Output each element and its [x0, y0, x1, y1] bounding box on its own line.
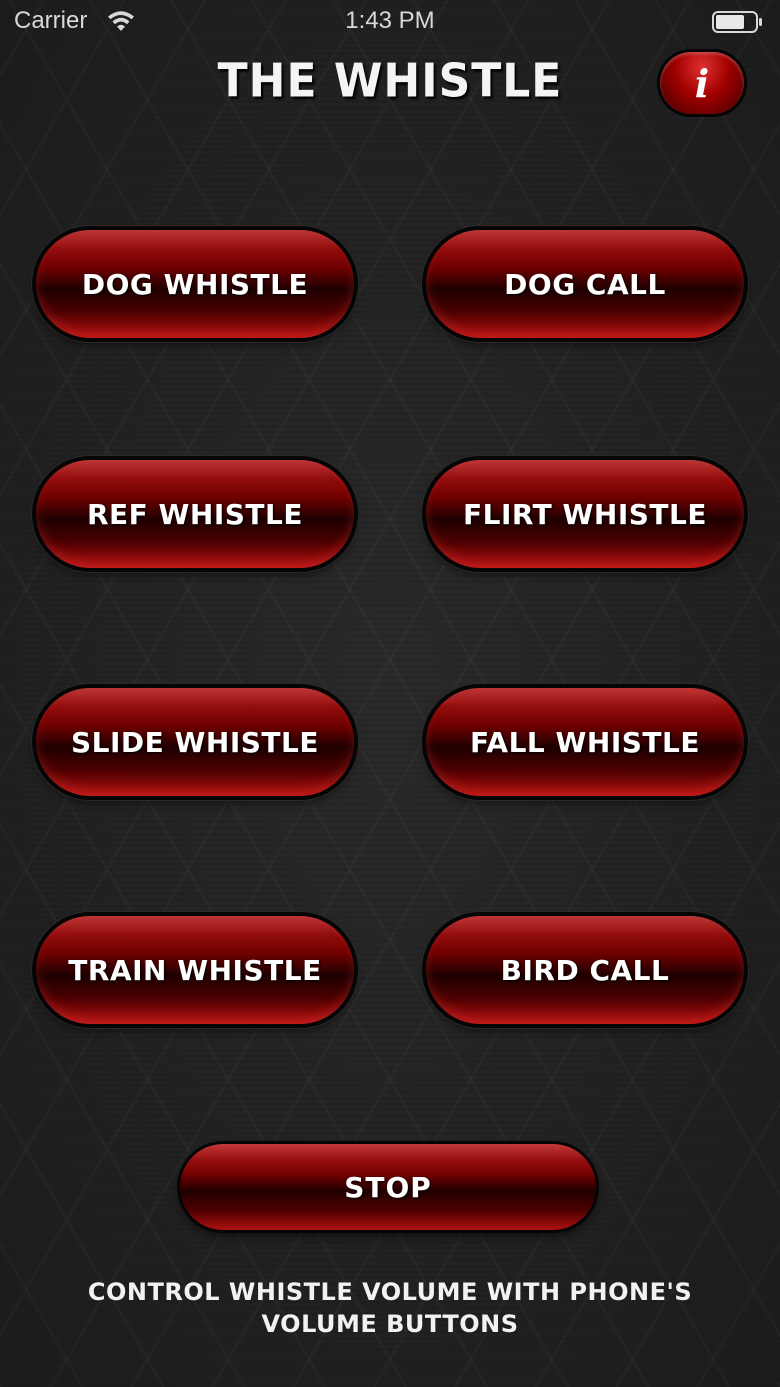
volume-hint-line-2: VOLUME BUTTONS — [261, 1310, 519, 1338]
slide-whistle-button[interactable]: SLIDE WHISTLE — [36, 688, 354, 796]
ref-whistle-button[interactable]: REF WHISTLE — [36, 460, 354, 568]
dog-whistle-button[interactable]: DOG WHISTLE — [36, 230, 354, 338]
train-whistle-button[interactable]: TRAIN WHISTLE — [36, 916, 354, 1024]
volume-hint-line-1: CONTROL WHISTLE VOLUME WITH PHONE'S — [87, 1278, 693, 1306]
fall-whistle-button[interactable]: FALL WHISTLE — [426, 688, 744, 796]
status-bar: Carrier 1:43 PM — [0, 0, 780, 44]
flirt-whistle-button[interactable]: FLIRT WHISTLE — [426, 460, 744, 568]
volume-hint: CONTROL WHISTLE VOLUME WITH PHONE'S VOLU… — [40, 1276, 740, 1340]
dog-call-button[interactable]: DOG CALL — [426, 230, 744, 338]
bird-call-button[interactable]: BIRD CALL — [426, 916, 744, 1024]
info-button[interactable]: i — [660, 52, 744, 114]
battery-icon — [712, 11, 762, 33]
info-icon: i — [694, 60, 710, 106]
status-time: 1:43 PM — [345, 7, 435, 34]
stop-button[interactable]: STOP — [180, 1144, 596, 1230]
